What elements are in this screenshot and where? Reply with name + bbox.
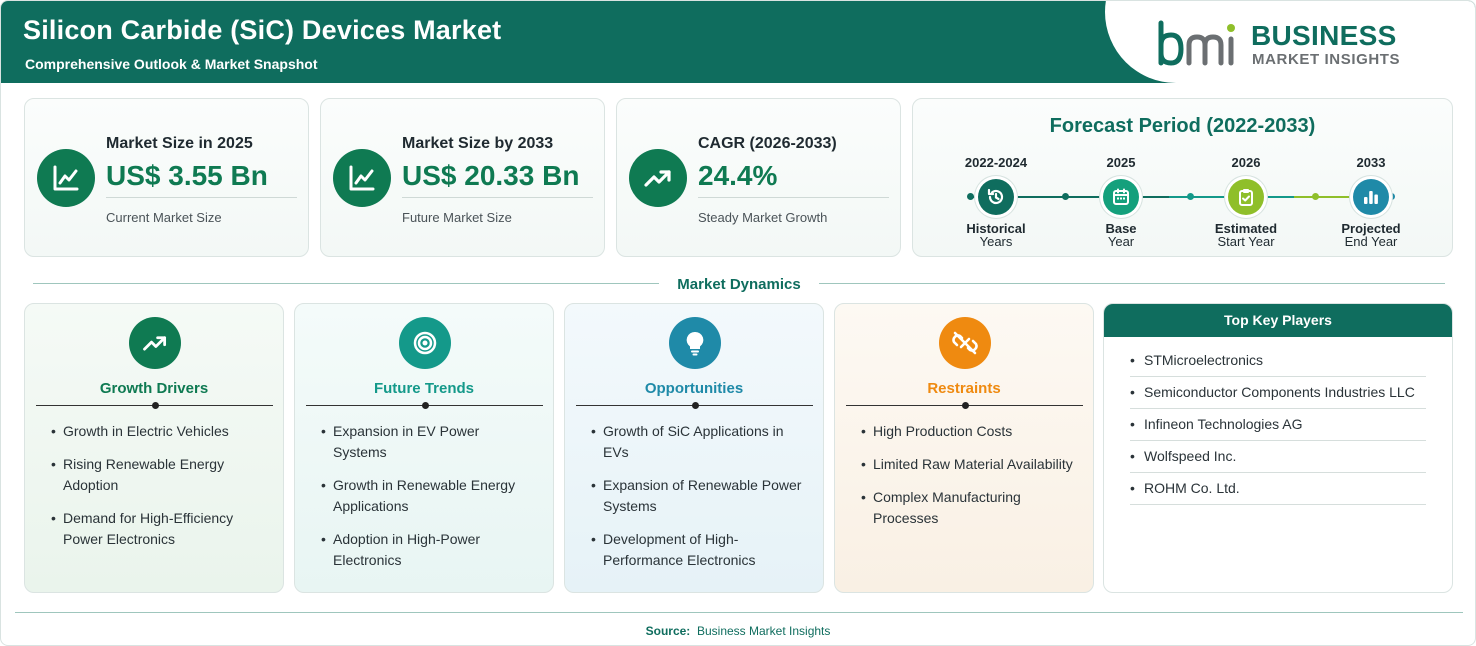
card-title: Growth Drivers [99, 380, 209, 397]
divider [402, 197, 593, 198]
stat-value: US$ 20.33 Bn [402, 160, 580, 191]
list-item: Semiconductor Components Industries LLC [1130, 377, 1426, 409]
stat-card-market-size-2025: Market Size in 2025 US$ 3.55 Bn Current … [24, 98, 309, 257]
list-item: High Production Costs [861, 421, 1076, 442]
list-item: Growth of SiC Applications in EVs [591, 421, 806, 463]
source-value: Business Market Insights [696, 624, 831, 638]
list-item: Complex Manufacturing Processes [861, 487, 1076, 529]
forecast-step-sub: End Year [1344, 234, 1398, 249]
list-item: Development of High-Performance Electron… [591, 529, 806, 571]
restraints-card: Restraints High Production Costs Limited… [834, 303, 1094, 593]
trending-up-icon [629, 149, 687, 207]
footer-source: Source: Business Market Insights [1, 624, 1475, 638]
timeline-dot [1187, 193, 1194, 200]
forecast-year: 2025 [1106, 155, 1136, 170]
stat-value: 24.4% [698, 160, 778, 191]
page-title: Silicon Carbide (SiC) Devices Market [23, 15, 502, 45]
list-item: Infineon Technologies AG [1130, 409, 1426, 441]
bullet-list: Growth of SiC Applications in EVs Expans… [591, 421, 806, 583]
key-players-title: Top Key Players [1104, 304, 1452, 337]
line-chart-icon [333, 149, 391, 207]
timeline-dot [1388, 193, 1395, 200]
bullet-list: High Production Costs Limited Raw Materi… [861, 421, 1076, 541]
list-item: ROHM Co. Ltd. [1130, 473, 1426, 505]
opportunities-card: Opportunities Growth of SiC Applications… [564, 303, 824, 593]
forecast-year: 2026 [1231, 155, 1261, 170]
lightbulb-icon [669, 317, 721, 369]
list-item: Limited Raw Material Availability [861, 454, 1076, 475]
stat-caption: Current Market Size [106, 210, 222, 225]
footer-divider [15, 612, 1463, 613]
bar-chart-icon [1353, 179, 1389, 215]
timeline-dot [967, 193, 974, 200]
list-item: Expansion in EV Power Systems [321, 421, 536, 463]
bullet-list: Growth in Electric Vehicles Rising Renew… [51, 421, 266, 562]
stat-label: CAGR (2026-2033) [698, 135, 837, 152]
forecast-year: 2033 [1356, 155, 1386, 170]
divider [698, 197, 889, 198]
card-title: Opportunities [644, 380, 744, 397]
divider-dot [152, 402, 159, 409]
logo-text-market-insights: MARKET INSIGHTS [1252, 51, 1401, 68]
card-title: Restraints [927, 380, 1001, 397]
section-divider [33, 283, 659, 284]
list-item: Growth in Electric Vehicles [51, 421, 266, 442]
key-players-list: STMicroelectronics Semiconductor Compone… [1130, 345, 1426, 505]
list-item: Rising Renewable Energy Adoption [51, 454, 266, 496]
divider-dot [422, 402, 429, 409]
forecast-step-sub: Start Year [1217, 234, 1275, 249]
divider-dot [692, 402, 699, 409]
growth-drivers-card: Growth Drivers Growth in Electric Vehicl… [24, 303, 284, 593]
key-players-card: Top Key Players STMicroelectronics Semic… [1103, 303, 1453, 593]
divider [106, 197, 297, 198]
line-chart-icon [37, 149, 95, 207]
list-item: Expansion of Renewable Power Systems [591, 475, 806, 517]
future-trends-card: Future Trends Expansion in EV Power Syst… [294, 303, 554, 593]
forecast-card: Forecast Period (2022-2033) 2022-2024 20… [912, 98, 1453, 257]
bmi-logo-icon [1158, 20, 1235, 66]
card-title: Future Trends [373, 380, 474, 397]
stat-value: US$ 3.55 Bn [106, 160, 268, 191]
infographic-frame: Silicon Carbide (SiC) Devices Market Com… [0, 0, 1476, 646]
list-item: Growth in Renewable Energy Applications [321, 475, 536, 517]
forecast-step-sub: Year [1107, 234, 1135, 249]
clipboard-check-icon [1228, 179, 1264, 215]
stat-card-cagr: CAGR (2026-2033) 24.4% Steady Market Gro… [616, 98, 901, 257]
divider-dot [962, 402, 969, 409]
list-item: Wolfspeed Inc. [1130, 441, 1426, 473]
list-item: Adoption in High-Power Electronics [321, 529, 536, 571]
target-icon [399, 317, 451, 369]
source-label: Source: [645, 624, 691, 638]
calendar-icon [1103, 179, 1139, 215]
timeline-dot [1062, 193, 1069, 200]
timeline-dot [1312, 193, 1319, 200]
stat-label: Market Size by 2033 [402, 135, 554, 152]
forecast-title: Forecast Period (2022-2033) [1049, 115, 1316, 137]
section-title: Market Dynamics [677, 276, 801, 293]
list-item: STMicroelectronics [1130, 345, 1426, 377]
history-icon [978, 179, 1014, 215]
stat-card-market-size-2033: Market Size by 2033 US$ 20.33 Bn Future … [320, 98, 605, 257]
page-subtitle: Comprehensive Outlook & Market Snapshot [25, 56, 318, 72]
stat-label: Market Size in 2025 [106, 135, 253, 152]
trending-up-icon [129, 317, 181, 369]
list-item: Demand for High-Efficiency Power Electro… [51, 508, 266, 550]
bullet-list: Expansion in EV Power Systems Growth in … [321, 421, 536, 583]
section-divider [819, 283, 1445, 284]
stat-caption: Steady Market Growth [698, 210, 828, 225]
stat-caption: Future Market Size [402, 210, 512, 225]
logo-text-business: BUSINESS [1251, 20, 1397, 51]
forecast-step-sub: Years [979, 234, 1013, 249]
broken-link-icon [939, 317, 991, 369]
forecast-year: 2022-2024 [964, 155, 1028, 170]
